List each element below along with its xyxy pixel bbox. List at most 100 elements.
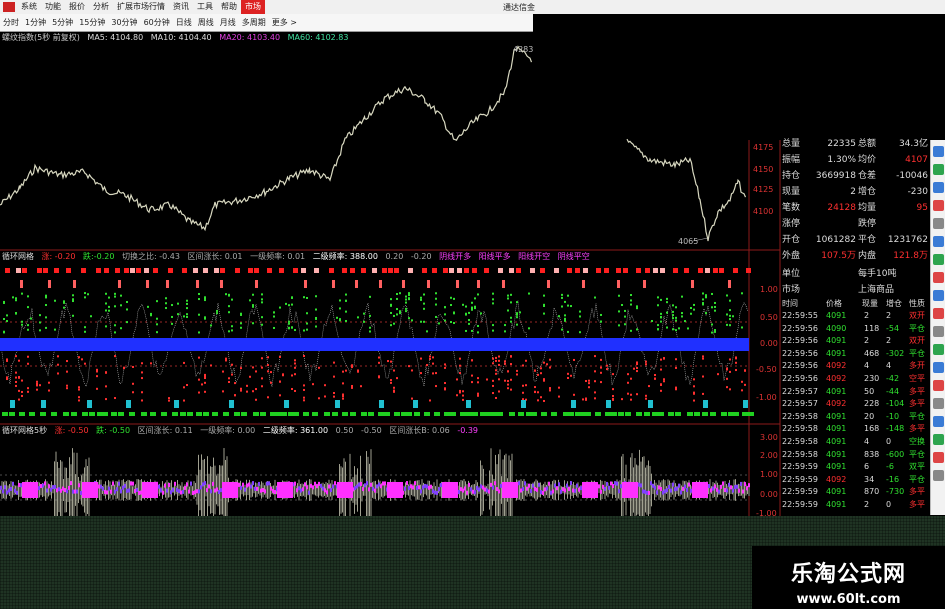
signal-square-bottom bbox=[668, 412, 674, 416]
green-signal-dot bbox=[228, 305, 230, 308]
red-signal-dot bbox=[633, 367, 635, 370]
toolbar-window-icon[interactable] bbox=[933, 416, 944, 427]
toolbar-favorite-icon[interactable] bbox=[933, 308, 944, 319]
green-signal-dot bbox=[543, 312, 545, 315]
toolbar-print-icon[interactable] bbox=[933, 398, 944, 409]
signal-tick-top bbox=[48, 280, 51, 288]
toolbar-chart-icon[interactable] bbox=[933, 146, 944, 157]
toolbar-list-icon[interactable] bbox=[933, 182, 944, 193]
signal-square-top bbox=[583, 268, 588, 273]
signal-square-top bbox=[653, 268, 658, 273]
toolbar-trade-icon[interactable] bbox=[933, 164, 944, 175]
panel2-magenta bbox=[210, 489, 212, 494]
panel2-magenta bbox=[4, 485, 6, 490]
green-signal-dot bbox=[423, 293, 425, 296]
panel2-magenta bbox=[720, 484, 722, 489]
tick-cell: -54 bbox=[886, 323, 900, 333]
signal-square-bottom bbox=[702, 412, 708, 416]
panel2-magenta bbox=[412, 485, 414, 490]
red-signal-dot bbox=[543, 378, 545, 381]
signal-tick-top bbox=[477, 280, 480, 288]
green-signal-dot bbox=[507, 297, 509, 300]
signal-square-top bbox=[115, 268, 120, 273]
green-signal-dot bbox=[423, 320, 425, 323]
red-signal-dot bbox=[261, 357, 263, 360]
panel2-histogram bbox=[219, 465, 220, 515]
tick-row: 22:59:58 4091 168 -148 多平 bbox=[782, 423, 928, 434]
panel2-histogram bbox=[540, 482, 541, 498]
toolbar-indicator-icon[interactable] bbox=[933, 254, 944, 265]
toolbar-lock-icon[interactable] bbox=[933, 452, 944, 463]
red-signal-dot bbox=[240, 389, 242, 392]
green-signal-dot bbox=[660, 320, 662, 323]
tick-cell: 22:59:58 bbox=[782, 449, 818, 459]
quote-l1: 外盘 bbox=[782, 251, 801, 261]
green-signal-dot bbox=[729, 318, 731, 321]
panel2-magenta bbox=[270, 486, 272, 491]
green-signal-dot bbox=[684, 320, 686, 323]
panel2-magenta bbox=[258, 481, 260, 486]
signal-square-bottom bbox=[293, 412, 299, 416]
panel2-histogram bbox=[606, 484, 607, 496]
panel2-histogram bbox=[672, 485, 673, 495]
red-signal-dot bbox=[36, 380, 38, 383]
signal-tick-top bbox=[255, 280, 258, 288]
panel2-magenta bbox=[472, 489, 474, 494]
toolbar-flag-icon[interactable] bbox=[933, 380, 944, 391]
green-signal-dot bbox=[468, 311, 470, 314]
toolbar-help-icon[interactable] bbox=[933, 470, 944, 481]
green-signal-dot bbox=[84, 326, 86, 329]
panel1-param: 涨: -0.20 bbox=[41, 252, 76, 261]
green-signal-dot bbox=[273, 311, 275, 314]
panel2-magenta bbox=[432, 489, 434, 494]
red-signal-dot bbox=[114, 355, 116, 358]
panel2-cluster bbox=[442, 482, 458, 498]
panel2-magenta bbox=[602, 484, 604, 489]
toolbar-alert-icon[interactable] bbox=[933, 200, 944, 211]
green-signal-dot bbox=[63, 306, 65, 309]
panel2-magenta bbox=[526, 486, 528, 491]
panel2-magenta bbox=[260, 488, 262, 493]
toolbar-settings-icon[interactable] bbox=[933, 326, 944, 337]
green-signal-dot bbox=[666, 311, 668, 314]
panel2-magenta bbox=[490, 482, 492, 487]
panel2-histogram bbox=[258, 486, 259, 494]
panel2-magenta bbox=[474, 490, 476, 495]
red-signal-dot bbox=[78, 386, 80, 389]
cyan-bar bbox=[571, 400, 576, 408]
green-signal-dot bbox=[261, 323, 263, 326]
red-signal-dot bbox=[378, 375, 380, 378]
red-signal-dot bbox=[504, 360, 506, 363]
signal-square-bottom bbox=[466, 412, 472, 416]
toolbar-compare-icon[interactable] bbox=[933, 290, 944, 301]
red-signal-dot bbox=[390, 379, 392, 382]
signal-square-bottom bbox=[551, 412, 557, 416]
panel2-axis-tick: 0.00 bbox=[760, 490, 778, 499]
toolbar-grid-icon[interactable] bbox=[933, 218, 944, 229]
panel2-magenta bbox=[46, 488, 48, 493]
signal-square-top bbox=[673, 268, 678, 273]
toolbar-rsi-icon[interactable] bbox=[933, 272, 944, 283]
toolbar-calc-icon[interactable] bbox=[933, 434, 944, 445]
panel2-magenta bbox=[78, 483, 80, 488]
green-signal-dot bbox=[480, 312, 482, 315]
panel2-magenta bbox=[600, 489, 602, 494]
signal-square-bottom bbox=[742, 412, 748, 416]
red-signal-dot bbox=[78, 388, 80, 391]
panel1-param: 一级频率: 0.01 bbox=[250, 252, 306, 261]
toolbar-zoom-icon[interactable] bbox=[933, 362, 944, 373]
panel2-param: 一级频率: 0.00 bbox=[200, 426, 256, 435]
panel2-magenta bbox=[190, 481, 192, 486]
red-signal-dot bbox=[132, 391, 134, 394]
panel2-magenta bbox=[116, 487, 118, 492]
red-signal-dot bbox=[717, 373, 719, 376]
tick-cell: 22:59:57 bbox=[782, 399, 818, 409]
red-signal-dot bbox=[735, 369, 737, 372]
toolbar-news-icon[interactable] bbox=[933, 344, 944, 355]
red-signal-dot bbox=[660, 389, 662, 392]
panel2-magenta bbox=[108, 486, 110, 491]
toolbar-info-icon[interactable] bbox=[933, 236, 944, 247]
panel2-magenta bbox=[198, 489, 200, 494]
green-signal-dot bbox=[108, 305, 110, 308]
red-signal-dot bbox=[141, 377, 143, 380]
